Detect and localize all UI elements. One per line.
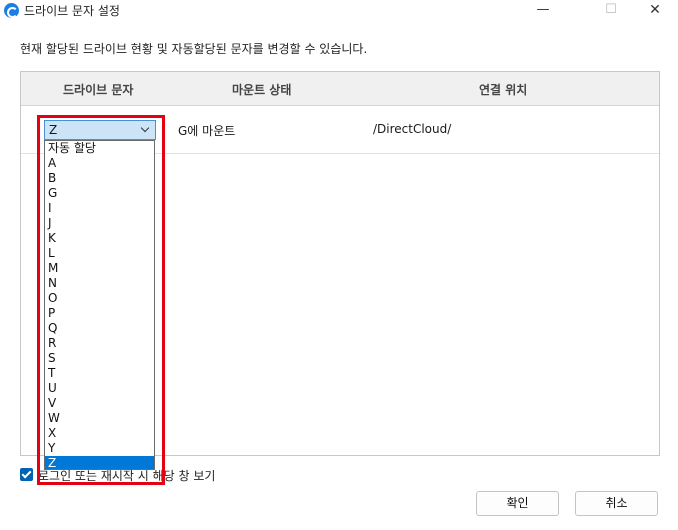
drive-letter-dropdown-list[interactable]: 자동 할당 A B G I J K L M N O P Q R S T U V … bbox=[44, 140, 155, 470]
table-header: 드라이브 문자 마운트 상태 연결 위치 bbox=[21, 72, 659, 106]
show-on-login-label[interactable]: 로그인 또는 재시작 시 해당 창 보기 bbox=[38, 467, 215, 484]
title-bar: 드라이브 문자 설정 — ☐ ✕ bbox=[0, 0, 678, 22]
dropdown-option-u[interactable]: U bbox=[45, 381, 154, 396]
header-drive-letter: 드라이브 문자 bbox=[63, 83, 134, 97]
dropdown-option-s[interactable]: S bbox=[45, 351, 154, 366]
dropdown-option-r[interactable]: R bbox=[45, 336, 154, 351]
dropdown-option-l[interactable]: L bbox=[45, 246, 154, 261]
directcloud-app-icon bbox=[4, 3, 19, 18]
location-cell: /DirectCloud/ bbox=[373, 122, 452, 136]
dropdown-option-v[interactable]: V bbox=[45, 396, 154, 411]
dropdown-option-y[interactable]: Y bbox=[45, 441, 154, 456]
dropdown-option-a[interactable]: A bbox=[45, 156, 154, 171]
chevron-down-icon bbox=[140, 123, 150, 133]
header-mount-status: 마운트 상태 bbox=[232, 83, 292, 97]
dropdown-option-b[interactable]: B bbox=[45, 171, 154, 186]
dropdown-option-p[interactable]: P bbox=[45, 306, 154, 321]
window-title: 드라이브 문자 설정 bbox=[24, 4, 120, 18]
dropdown-option-g[interactable]: G bbox=[45, 186, 154, 201]
minimize-button[interactable]: — bbox=[520, 0, 566, 22]
dropdown-option-q[interactable]: Q bbox=[45, 321, 154, 336]
dropdown-option-t[interactable]: T bbox=[45, 366, 154, 381]
description-text: 현재 할당된 드라이브 현황 및 자동할당된 문자를 변경할 수 있습니다. bbox=[20, 42, 368, 56]
dropdown-option-w[interactable]: W bbox=[45, 411, 154, 426]
dropdown-option-n[interactable]: N bbox=[45, 276, 154, 291]
dropdown-option-o[interactable]: O bbox=[45, 291, 154, 306]
ok-button[interactable]: 확인 bbox=[476, 491, 559, 516]
maximize-button[interactable]: ☐ bbox=[588, 0, 634, 22]
close-button[interactable]: ✕ bbox=[632, 0, 678, 22]
cancel-button[interactable]: 취소 bbox=[575, 491, 658, 516]
dropdown-option-k[interactable]: K bbox=[45, 231, 154, 246]
drive-letter-select[interactable]: Z bbox=[44, 120, 156, 140]
show-on-login-checkbox[interactable] bbox=[20, 468, 33, 481]
dropdown-option-j[interactable]: J bbox=[45, 216, 154, 231]
dropdown-option-x[interactable]: X bbox=[45, 426, 154, 441]
header-location: 연결 위치 bbox=[479, 83, 528, 97]
dropdown-option-i[interactable]: I bbox=[45, 201, 154, 216]
dropdown-option-m[interactable]: M bbox=[45, 261, 154, 276]
drive-letter-selected-value: Z bbox=[49, 123, 58, 137]
dropdown-option-auto[interactable]: 자동 할당 bbox=[45, 141, 154, 156]
mount-status-cell: G에 마운트 bbox=[178, 124, 236, 138]
